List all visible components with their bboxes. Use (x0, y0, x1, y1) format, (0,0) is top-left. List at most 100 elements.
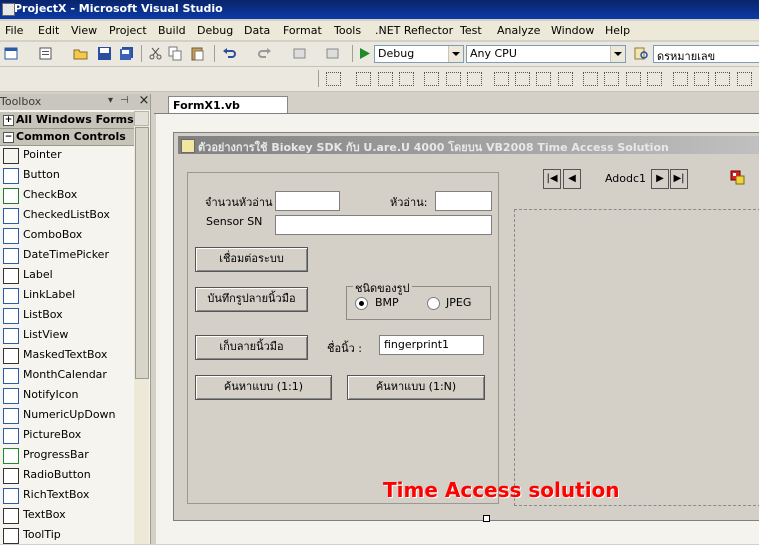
cut-icon[interactable] (148, 46, 163, 61)
reader-textbox[interactable] (435, 191, 492, 211)
move-next-icon[interactable]: ▶ (651, 169, 669, 189)
toolbox-section-all-windows-forms[interactable]: + All Windows Forms (0, 112, 134, 129)
toolbox-item-listbox[interactable]: ListBox (0, 305, 134, 325)
jpeg-radio-label[interactable]: JPEG (446, 296, 471, 309)
menu-view[interactable]: View (71, 24, 97, 37)
toolbox-item-linklabel[interactable]: LinkLabel (0, 285, 134, 305)
menu-project[interactable]: Project (109, 24, 147, 37)
search-1-n-button[interactable]: ค้นหาแบบ (1:N) (347, 375, 485, 400)
menu-data[interactable]: Data (244, 24, 270, 37)
toolbox-item-progressbar[interactable]: ProgressBar (0, 445, 134, 465)
redo-icon[interactable] (257, 46, 272, 61)
toolbox-item-maskedtextbox[interactable]: MaskedTextBox (0, 345, 134, 365)
make-same-width-icon[interactable] (494, 72, 509, 86)
toolbox-item-combobox[interactable]: ComboBox (0, 225, 134, 245)
open-folder-icon[interactable] (73, 46, 88, 61)
menu-test[interactable]: Test (460, 24, 482, 37)
horizontal-spacing-icon[interactable] (583, 72, 598, 86)
close-icon[interactable]: × (137, 94, 151, 109)
solution-config-combo[interactable]: Debug (374, 45, 464, 63)
toolbox-item-button[interactable]: Button (0, 165, 134, 185)
menu-build[interactable]: Build (158, 24, 186, 37)
save-icon[interactable] (97, 46, 112, 61)
align-rights-icon[interactable] (399, 72, 414, 86)
sensor-sn-textbox[interactable] (275, 215, 492, 235)
menu-net-reflector[interactable]: .NET Reflector (375, 24, 453, 37)
save-all-icon[interactable] (119, 46, 134, 61)
start-debugging-icon[interactable] (357, 46, 372, 61)
collapse-icon[interactable]: − (3, 132, 14, 143)
toolbox-item-pointer[interactable]: Pointer (0, 145, 134, 165)
move-last-icon[interactable]: ▶| (670, 169, 688, 189)
jpeg-radio[interactable] (427, 297, 440, 310)
bmp-radio[interactable] (355, 297, 368, 310)
find-combo[interactable]: ดรหมายเลข (653, 45, 759, 63)
platform-combo[interactable]: Any CPU (466, 45, 626, 63)
size-to-grid-icon[interactable] (558, 72, 573, 86)
chevron-down-icon[interactable] (448, 46, 463, 62)
remove-vertical-spacing-icon[interactable] (737, 72, 752, 86)
resize-handle[interactable] (483, 515, 490, 522)
move-first-icon[interactable]: |◀ (543, 169, 561, 189)
toolbox-item-richtextbox[interactable]: RichTextBox (0, 485, 134, 505)
toolbox-item-checkbox[interactable]: CheckBox (0, 185, 134, 205)
align-tops-icon[interactable] (424, 72, 439, 86)
vertical-spacing-icon[interactable] (673, 72, 688, 86)
toolbox-item-radiobutton[interactable]: RadioButton (0, 465, 134, 485)
find-in-files-icon[interactable] (634, 46, 649, 61)
remove-horizontal-spacing-icon[interactable] (647, 72, 662, 86)
toolbox-item-picturebox[interactable]: PictureBox (0, 425, 134, 445)
search-1-1-button[interactable]: ค้นหาแบบ (1:1) (195, 375, 332, 400)
pin-icon[interactable]: ⊣ (120, 95, 129, 106)
align-centers-icon[interactable] (378, 72, 393, 86)
toolbox-item-label[interactable]: Label (0, 265, 134, 285)
tab-form-design[interactable]: FormX1.vb [Design] (168, 96, 288, 125)
scroll-up-icon[interactable] (134, 111, 149, 126)
expand-icon[interactable]: + (3, 115, 14, 126)
store-fingerprint-button[interactable]: เก็บลายนิ้วมือ (195, 335, 308, 360)
menu-analyze[interactable]: Analyze (497, 24, 540, 37)
menu-tools[interactable]: Tools (334, 24, 361, 37)
toolbox-item-textbox[interactable]: TextBox (0, 505, 134, 525)
database-component-icon[interactable] (730, 170, 746, 186)
make-same-height-icon[interactable] (515, 72, 530, 86)
toolbox-item-notifyicon[interactable]: NotifyIcon (0, 385, 134, 405)
toolbox-item-monthcalendar[interactable]: MonthCalendar (0, 365, 134, 385)
toolbox-item-numericupdown[interactable]: NumericUpDown (0, 405, 134, 425)
increase-vertical-spacing-icon[interactable] (694, 72, 709, 86)
connect-button[interactable]: เชื่อมต่อระบบ (195, 247, 308, 272)
increase-horizontal-spacing-icon[interactable] (604, 72, 619, 86)
dropdown-icon[interactable]: ▾ (108, 95, 113, 106)
add-item-icon[interactable] (38, 46, 53, 61)
toolbox-item-tooltip[interactable]: ToolTip (0, 525, 134, 545)
menu-window[interactable]: Window (551, 24, 594, 37)
save-image-button[interactable]: บันทึกรูปลายนิ้วมือ (195, 287, 308, 312)
toolbox-section-common-controls[interactable]: − Common Controls (0, 129, 134, 146)
menu-edit[interactable]: Edit (38, 24, 59, 37)
navigate-forward-icon[interactable] (325, 46, 340, 61)
menu-debug[interactable]: Debug (197, 24, 233, 37)
bmp-radio-label[interactable]: BMP (375, 296, 399, 309)
scroll-thumb[interactable] (135, 127, 149, 379)
decrease-horizontal-spacing-icon[interactable] (626, 72, 641, 86)
align-to-grid-icon[interactable] (326, 72, 341, 86)
toolbox-item-listview[interactable]: ListView (0, 325, 134, 345)
paste-icon[interactable] (190, 46, 205, 61)
chevron-down-icon[interactable] (610, 46, 625, 62)
adodc-control[interactable]: |◀ ◀ Adodc1 ▶ ▶| (543, 169, 690, 189)
toolbox-scrollbar[interactable] (134, 111, 149, 544)
toolbox-item-datetimepicker[interactable]: DateTimePicker (0, 245, 134, 265)
finger-name-textbox[interactable]: fingerprint1 (379, 335, 484, 355)
picture-area[interactable] (514, 209, 759, 506)
move-previous-icon[interactable]: ◀ (563, 169, 581, 189)
menu-help[interactable]: Help (605, 24, 630, 37)
menu-file[interactable]: File (5, 24, 23, 37)
align-bottoms-icon[interactable] (467, 72, 482, 86)
form-title-bar[interactable]: ตัวอย่างการใช้ Biokey SDK กับ U.are.U 40… (178, 136, 759, 154)
align-middles-icon[interactable] (446, 72, 461, 86)
new-project-icon[interactable] (4, 46, 19, 61)
toolbox-item-checkedlistbox[interactable]: CheckedListBox (0, 205, 134, 225)
menu-format[interactable]: Format (283, 24, 322, 37)
decrease-vertical-spacing-icon[interactable] (715, 72, 730, 86)
undo-icon[interactable] (222, 46, 237, 61)
